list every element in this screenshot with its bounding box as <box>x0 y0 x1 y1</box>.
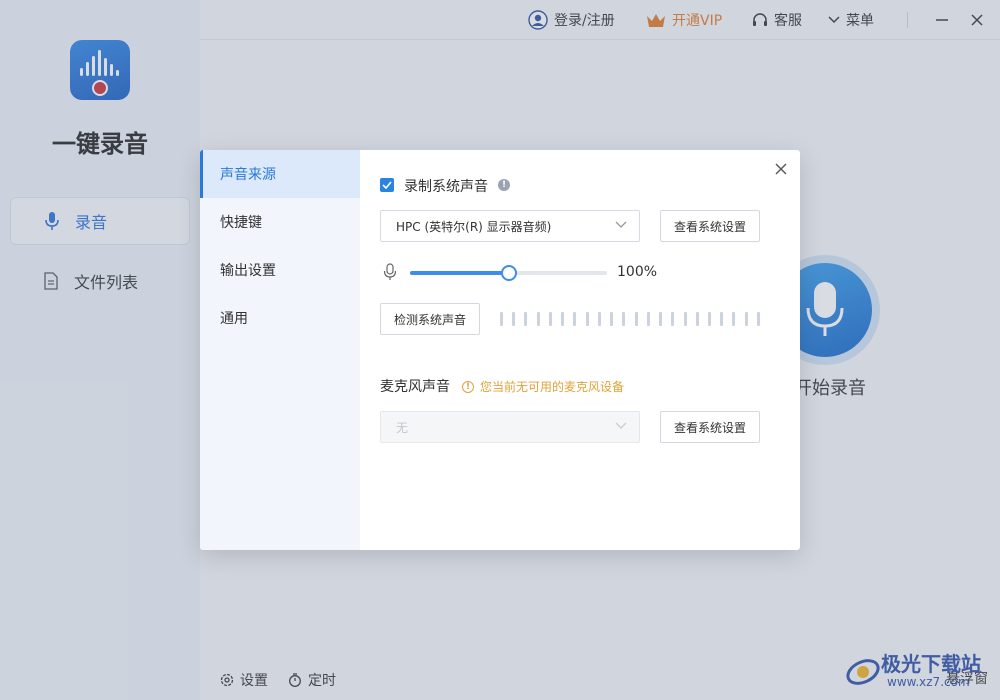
record-system-sound-label: 录制系统声音 <box>404 179 488 195</box>
tab-shortcuts[interactable]: 快捷键 <box>200 198 360 246</box>
meter-bar <box>659 312 663 326</box>
meter-bar <box>671 312 675 326</box>
mic-warning: ! 您当前无可用的麦克风设备 <box>462 378 624 395</box>
meter-bar <box>548 312 552 326</box>
meter-bar <box>720 312 724 326</box>
meter-bar <box>683 312 687 326</box>
meter-bar <box>744 312 748 326</box>
selected-device: HPC (英特尔(R) 显示器音频) <box>396 219 552 234</box>
dialog-tab-list: 声音来源 快捷键 输出设置 通用 <box>200 150 360 550</box>
volume-value: 100% <box>617 264 658 280</box>
tab-sound-source[interactable]: 声音来源 <box>200 150 360 198</box>
system-settings-button[interactable]: 查看系统设置 <box>660 210 760 242</box>
meter-bar <box>646 312 650 326</box>
record-system-sound-checkbox[interactable] <box>380 178 394 192</box>
settings-dialog: 声音来源 快捷键 输出设置 通用 录制系统声音 ! HPC (英特尔(R) 显示… <box>200 150 800 550</box>
meter-bar <box>500 312 503 326</box>
checkmark-icon <box>382 181 392 189</box>
meter-bar <box>756 312 760 326</box>
sound-level-meter <box>500 312 760 326</box>
meter-bar <box>622 312 626 326</box>
volume-slider[interactable] <box>410 265 607 281</box>
dialog-close-button[interactable] <box>775 160 791 176</box>
selected-mic-device: 无 <box>396 420 409 435</box>
mic-system-settings-button[interactable]: 查看系统设置 <box>660 411 760 443</box>
volume-slider-handle[interactable] <box>500 265 517 281</box>
meter-bar <box>732 312 736 326</box>
meter-bar <box>707 312 711 326</box>
system-sound-device-select[interactable]: HPC (英特尔(R) 显示器音频) <box>380 210 640 242</box>
mic-device-select[interactable]: 无 <box>380 411 640 443</box>
mic-sound-label: 麦克风声音 <box>380 379 450 395</box>
warning-icon: ! <box>462 380 474 393</box>
meter-bar <box>634 312 638 326</box>
chevron-down-icon <box>615 422 627 429</box>
meter-bar <box>524 312 528 326</box>
meter-bar <box>585 312 589 326</box>
meter-bar <box>597 312 601 326</box>
microphone-icon <box>383 263 397 280</box>
meter-bar <box>695 312 699 326</box>
tab-output-settings[interactable]: 输出设置 <box>200 246 360 294</box>
meter-bar <box>573 312 577 326</box>
volume-slider-fill <box>410 271 509 275</box>
chevron-down-icon <box>615 221 627 228</box>
close-icon <box>775 163 787 175</box>
info-icon[interactable]: ! <box>498 179 510 191</box>
tab-general[interactable]: 通用 <box>200 294 360 342</box>
meter-bar <box>561 312 565 326</box>
meter-bar <box>610 312 614 326</box>
mic-warning-text: 您当前无可用的麦克风设备 <box>480 380 625 394</box>
detect-system-sound-button[interactable]: 检测系统声音 <box>380 303 480 335</box>
meter-bar <box>536 312 540 326</box>
meter-bar <box>512 312 516 326</box>
